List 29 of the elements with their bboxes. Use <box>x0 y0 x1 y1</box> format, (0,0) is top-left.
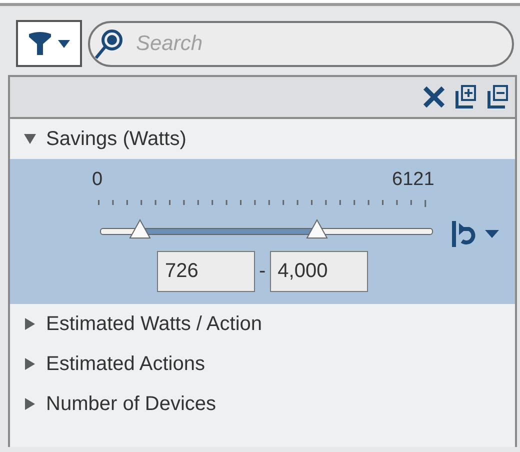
funnel-icon <box>28 30 52 56</box>
search-icon <box>94 28 124 60</box>
expand-all-button[interactable] <box>455 85 477 109</box>
expand-arrow-icon <box>24 358 36 370</box>
reset-button[interactable] <box>451 219 499 249</box>
filter-header[interactable]: Estimated Actions <box>10 344 515 384</box>
min-input-field[interactable]: 726 <box>157 251 255 292</box>
max-input-field[interactable]: 4,000 <box>270 251 368 292</box>
filter-header[interactable]: Number of Devices <box>10 384 515 424</box>
collapse-all-button[interactable] <box>487 85 509 109</box>
slider-thumb[interactable] <box>128 219 151 239</box>
reset-icon <box>451 219 477 249</box>
caret-icon <box>58 40 70 48</box>
search-field[interactable]: Search <box>88 20 514 66</box>
expand-arrow-icon <box>24 318 36 330</box>
collapse-all-icon <box>487 85 509 109</box>
filter-header[interactable]: Savings (Watts) <box>10 119 515 159</box>
caret-icon <box>485 230 499 238</box>
slider-thumb[interactable] <box>306 219 328 239</box>
min-label: 0 <box>92 169 103 191</box>
filter-header[interactable]: Estimated Watts / Action <box>10 304 515 344</box>
expand-arrow-icon <box>24 398 36 410</box>
clear-button[interactable] <box>423 86 445 108</box>
filter-button[interactable] <box>16 20 82 67</box>
range-separator: - <box>259 260 266 283</box>
max-label: 6121 <box>392 169 434 191</box>
collapse-arrow-icon <box>24 133 36 145</box>
close-icon <box>423 86 445 108</box>
expand-all-icon <box>455 85 477 109</box>
